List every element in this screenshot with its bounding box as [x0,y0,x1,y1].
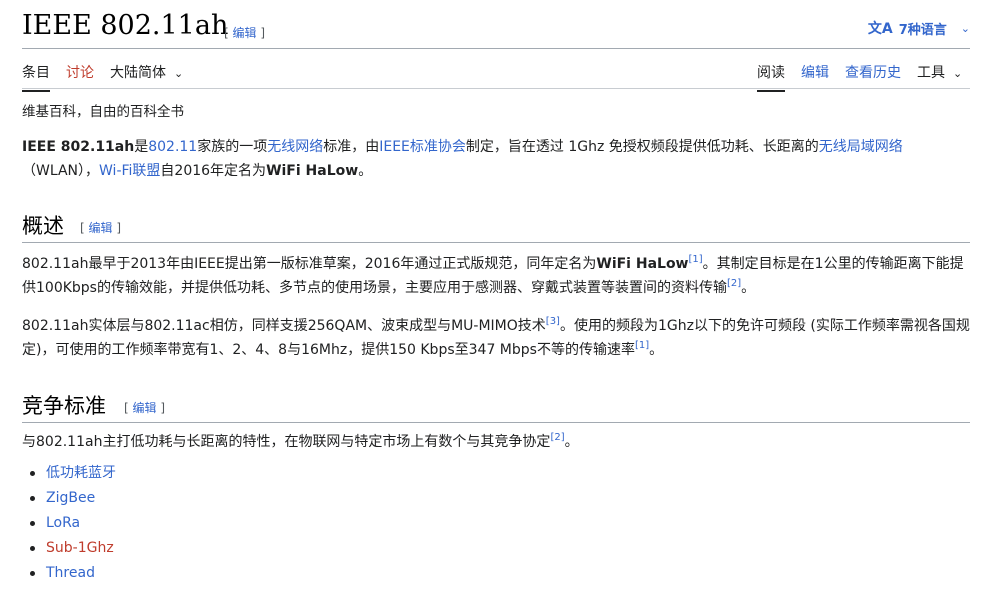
tab-talk[interactable]: 讨论 [66,62,94,90]
bullet-icon [30,471,35,476]
link-wifi-alliance[interactable]: Wi-Fi联盟 [99,163,160,179]
section-heading-competing: 竞争标准 [ 编辑 ] [22,388,970,423]
overview-paragraph-2: 802.11ah实体层与802.11ac相仿，同样支援256QAM、波束成型与M… [22,316,970,359]
bullet-icon [30,546,35,551]
link-sub1ghz[interactable]: Sub-1Ghz [46,540,114,556]
reference-link[interactable]: [2] [727,278,741,289]
list-item: Thread [22,561,116,586]
bullet-icon [30,571,35,576]
chevron-down-icon: ⌄ [174,67,184,80]
tab-read[interactable]: 阅读 [757,62,785,92]
link-wlan[interactable]: 无线局域网络 [819,139,903,155]
competing-standards-list: 低功耗蓝牙 ZigBee LoRa Sub-1Ghz Thread [22,461,116,586]
section-edit-link[interactable]: 编辑 [133,401,157,415]
link-zigbee[interactable]: ZigBee [46,490,95,506]
page-title: IEEE 802.11ah [22,10,229,41]
variant-dropdown[interactable]: 大陆简体 ⌄ [110,62,183,90]
list-item: Sub-1Ghz [22,536,116,561]
title-bar: IEEE 802.11ah [ 编辑 ] 文A 7种语言 ⌄ [22,8,970,49]
reference-link[interactable]: [1] [635,340,649,351]
section-edit-link[interactable]: 编辑 [89,221,113,235]
tools-dropdown[interactable]: 工具 ⌄ [917,62,962,90]
link-lora[interactable]: LoRa [46,515,80,531]
intro-paragraph: IEEE 802.11ah是802.11家族的一项无线网络标准，由IEEE标准协… [22,139,903,179]
reference-link[interactable]: [2] [550,432,564,443]
tab-edit[interactable]: 编辑 [801,62,829,90]
language-count: 7种语言 [898,22,947,38]
title-edit-link: [ 编辑 ] [224,26,266,40]
list-item: ZigBee [22,486,116,511]
reference-link[interactable]: [1] [689,254,703,265]
competing-paragraph: 与802.11ah主打低功耗与长距离的特性，在物联网与特定市场上有数个与其竞争协… [22,432,579,451]
link-ieee-sa[interactable]: IEEE标准协会 [379,139,466,155]
chevron-down-icon: ⌄ [960,21,970,35]
page-tabs: 条目 讨论 大陆简体 ⌄ 阅读 编辑 查看历史 工具 ⌄ [22,48,970,92]
bullet-icon [30,496,35,501]
tools-label: 工具 [917,65,945,81]
reference-link[interactable]: [3] [546,316,560,327]
site-tagline: 维基百科，自由的百科全书 [22,104,184,120]
tab-history[interactable]: 查看历史 [845,62,901,90]
language-icon: 文A [867,21,893,37]
overview-paragraph-1: 802.11ah最早于2013年由IEEE提出第一版标准草案，2016年通过正式… [22,254,964,297]
link-80211[interactable]: 802.11 [148,139,197,155]
list-item: LoRa [22,511,116,536]
link-wireless-network[interactable]: 无线网络 [267,139,323,155]
section-heading-overview: 概述 [ 编辑 ] [22,208,970,243]
link-thread[interactable]: Thread [46,565,95,581]
bullet-icon [30,521,35,526]
link-ble[interactable]: 低功耗蓝牙 [46,465,116,481]
article-page: IEEE 802.11ah [ 编辑 ] 文A 7种语言 ⌄ 条目 讨论 大陆简… [0,0,989,591]
tab-article[interactable]: 条目 [22,62,50,92]
list-item: 低功耗蓝牙 [22,461,116,486]
variant-label: 大陆简体 [110,65,166,81]
language-button[interactable]: 文A 7种语言 ⌄ [868,18,970,38]
chevron-down-icon: ⌄ [953,67,963,80]
edit-link[interactable]: 编辑 [233,26,257,40]
